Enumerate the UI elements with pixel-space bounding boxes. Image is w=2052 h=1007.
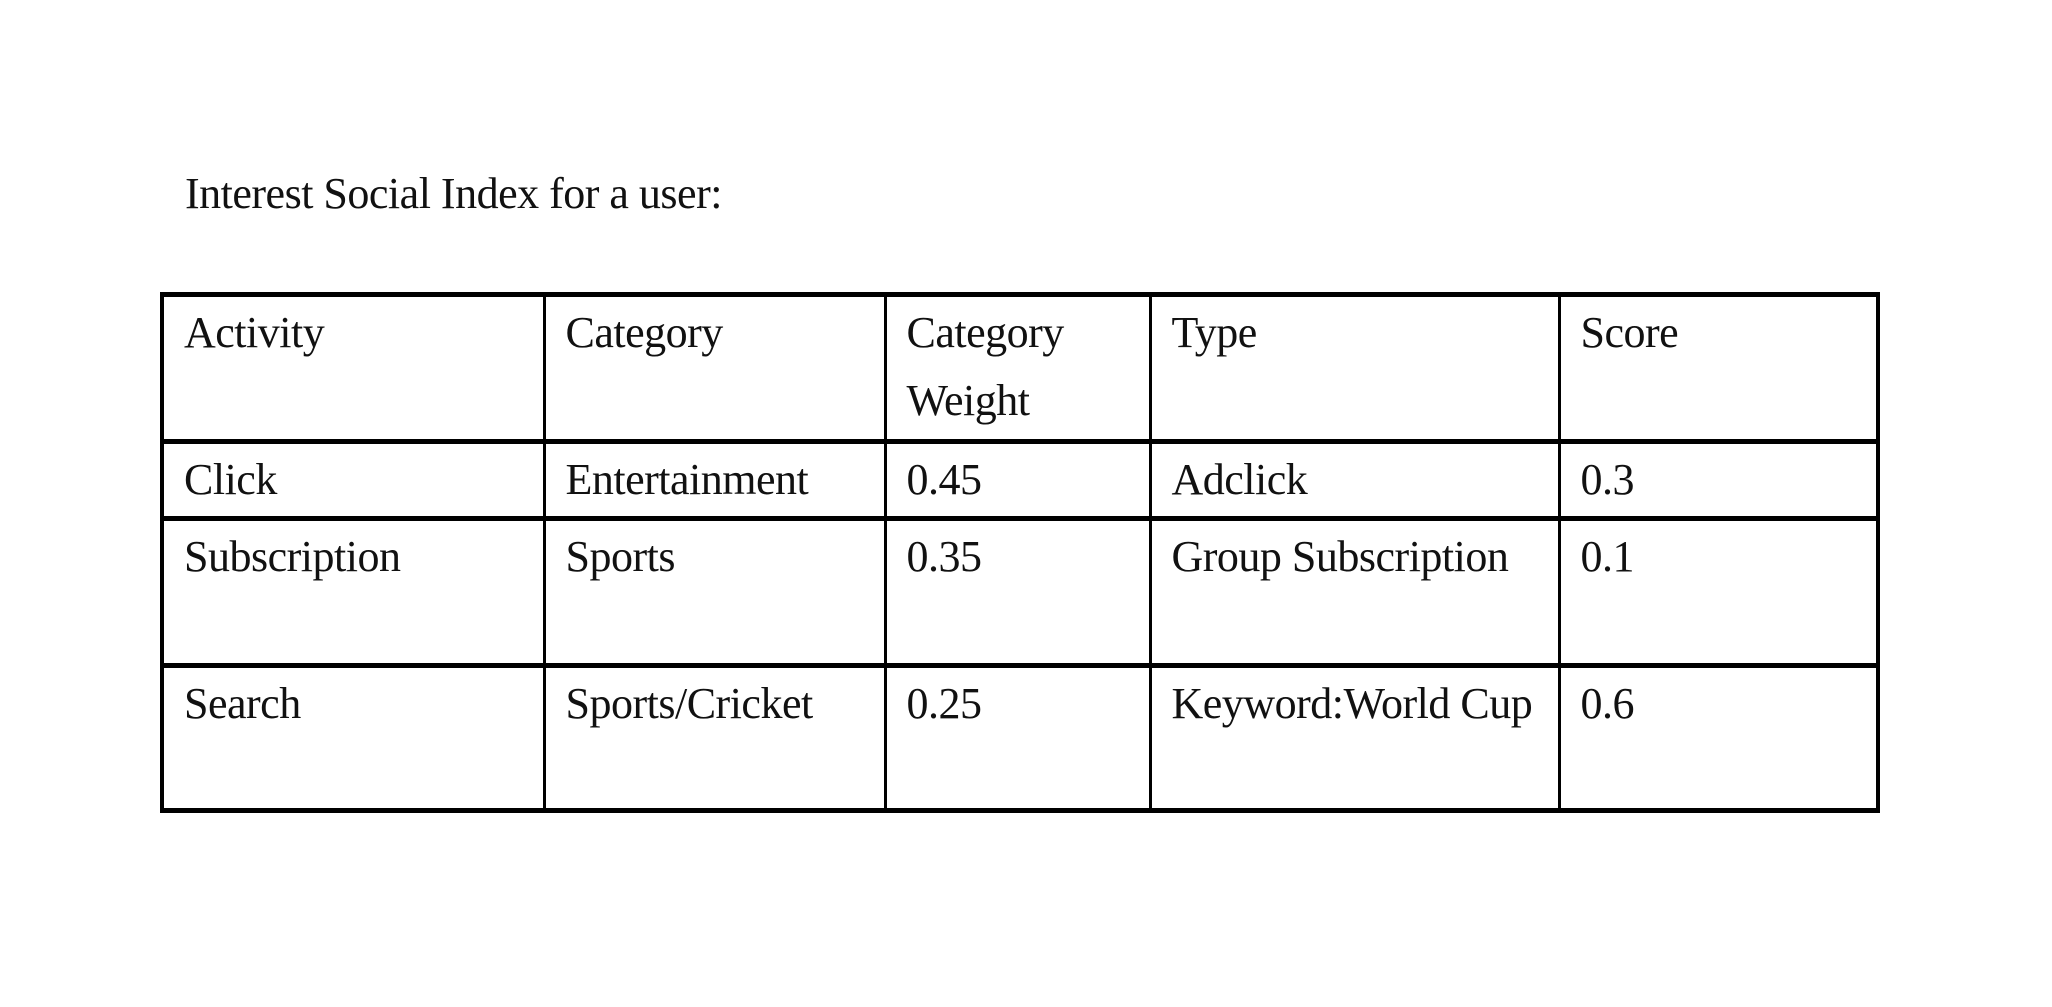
cell-category-weight: 0.35 — [883, 516, 1152, 668]
cell-score: 0.3 — [1557, 439, 1880, 521]
cell-activity: Subscription — [160, 516, 546, 668]
header-score: Score — [1557, 292, 1880, 444]
cell-activity: Click — [160, 439, 546, 521]
table-row: Click Entertainment 0.45 Adclick 0.3 — [160, 439, 1880, 521]
header-type: Type — [1148, 292, 1561, 444]
header-category-weight: Category Weight — [883, 292, 1152, 444]
cell-category: Sports — [542, 516, 887, 668]
cell-category-weight: 0.45 — [883, 439, 1152, 521]
header-activity: Activity — [160, 292, 546, 444]
cell-score: 0.6 — [1557, 663, 1880, 813]
cell-activity: Search — [160, 663, 546, 813]
cell-category: Sports/Cricket — [542, 663, 887, 813]
cell-type: Keyword:World Cup — [1148, 663, 1561, 813]
cell-type: Adclick — [1148, 439, 1561, 521]
cell-type: Group Subscription — [1148, 516, 1561, 668]
header-category: Category — [542, 292, 887, 444]
cell-category-weight: 0.25 — [883, 663, 1152, 813]
table-header-row: Activity Category Category Weight Type S… — [160, 292, 1880, 444]
table-row: Search Sports/Cricket 0.25 Keyword:World… — [160, 663, 1880, 813]
interest-social-index-table: Activity Category Category Weight Type S… — [160, 292, 1880, 813]
cell-category: Entertainment — [542, 439, 887, 521]
table-row: Subscription Sports 0.35 Group Subscript… — [160, 516, 1880, 668]
document-title: Interest Social Index for a user: — [185, 169, 722, 218]
cell-score: 0.1 — [1557, 516, 1880, 668]
